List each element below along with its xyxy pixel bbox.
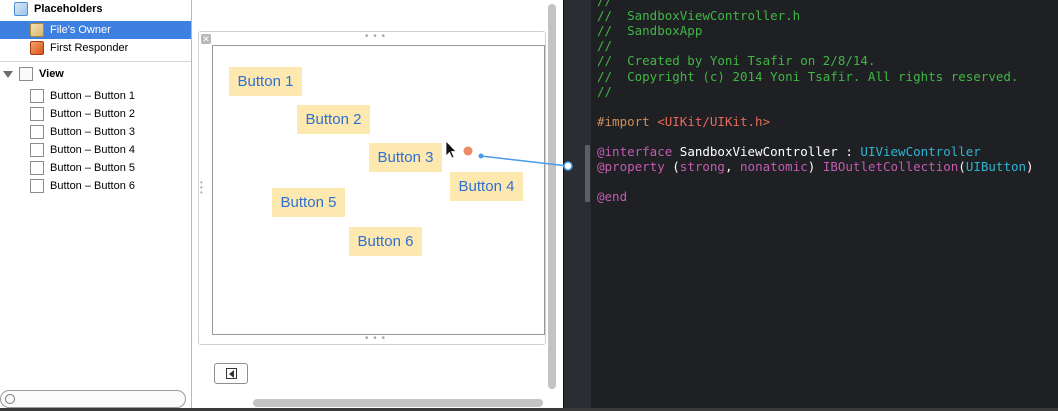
resize-grip-left[interactable]: • • • [200, 179, 204, 197]
canvas-button-1[interactable]: Button 1 [229, 67, 302, 96]
code-token: IBOutletCollection [822, 159, 959, 175]
code-token: // Created by Yoni Tsafir on 2/8/14. [597, 53, 876, 69]
code-token: nonatomic [740, 159, 808, 175]
canvas-button-4[interactable]: Button 4 [450, 172, 523, 201]
outline-item-files-owner[interactable]: File's Owner [0, 21, 191, 39]
close-icon[interactable]: ✕ [201, 34, 211, 44]
button-icon [30, 107, 44, 121]
outline-item-button-3[interactable]: Button – Button 3 [0, 123, 191, 141]
document-outline: Placeholders File's Owner First Responde… [0, 0, 192, 411]
outline-item-button-6[interactable]: Button – Button 6 [0, 177, 191, 195]
button-icon [30, 143, 44, 157]
code-token: // Copyright (c) 2014 Yoni Tsafir. All r… [597, 68, 1019, 84]
disclosure-triangle-icon[interactable] [3, 70, 13, 78]
code-token: // [597, 0, 613, 8]
code-token: ) [807, 159, 823, 175]
code-token: // SandboxViewController.h [597, 8, 801, 24]
outline-item-view[interactable]: View [0, 65, 191, 83]
vertical-scroll-thumb[interactable] [548, 4, 556, 389]
code-line[interactable]: @end [597, 189, 627, 204]
code-token: UIButton [965, 159, 1027, 175]
code-token: // [597, 38, 613, 54]
code-token: SandboxViewController : [672, 144, 861, 159]
code-token: ) [1026, 159, 1034, 175]
code-line[interactable]: @interface SandboxViewController : UIVie… [597, 144, 981, 159]
filter-icon [5, 394, 15, 404]
view-controller-frame[interactable]: ✕ • • • • • • • • • Button 1 Button 2 Butt… [198, 31, 546, 345]
outline-filter-field[interactable] [0, 390, 186, 408]
outline-item-button-5[interactable]: Button – Button 5 [0, 159, 191, 177]
outline-item-label: Button – Button 1 [50, 90, 136, 102]
code-token: // [597, 83, 613, 99]
outline-item-label: Button – Button 6 [50, 180, 136, 192]
code-token: @end [597, 189, 628, 205]
outline-item-button-1[interactable]: Button – Button 1 [0, 87, 191, 105]
first-responder-icon [30, 41, 44, 55]
code-token: UIViewController [860, 144, 981, 159]
files-owner-icon [30, 23, 44, 37]
code-token: strong [679, 159, 725, 175]
code-token: #import [597, 113, 658, 129]
code-token: ( [664, 159, 680, 175]
code-token: ( [958, 159, 966, 175]
resize-grip-bottom[interactable]: • • • [365, 334, 386, 344]
code-line[interactable]: // Created by Yoni Tsafir on 2/8/14. [597, 53, 875, 68]
horizontal-scrollbar[interactable] [253, 399, 543, 407]
interface-builder-canvas[interactable]: ✕ • • • • • • • • • Button 1 Button 2 Butt… [193, 0, 563, 411]
code-editor[interactable]: //// SandboxViewController.h// SandboxAp… [591, 0, 1058, 411]
outline-item-label: View [39, 68, 64, 80]
back-arrow-icon [225, 368, 237, 379]
canvas-button-6[interactable]: Button 6 [349, 227, 422, 256]
canvas-button-5[interactable]: Button 5 [272, 188, 345, 217]
code-line[interactable]: // SandboxViewController.h [597, 8, 800, 23]
outline-item-button-4[interactable]: Button – Button 4 [0, 141, 191, 159]
canvas-button-2[interactable]: Button 2 [297, 105, 370, 134]
outline-item-label: Button – Button 5 [50, 162, 136, 174]
back-to-standard-size-button[interactable] [214, 363, 248, 384]
vertical-scrollbar[interactable] [548, 0, 556, 395]
outline-item-label: File's Owner [50, 24, 111, 36]
cube-icon [14, 2, 28, 16]
main-view[interactable]: Button 1 Button 2 Button 3 Button 4 Butt… [212, 45, 545, 335]
code-line[interactable]: // [597, 84, 612, 99]
view-icon [19, 67, 33, 81]
outline-divider [0, 61, 191, 62]
code-token: , [724, 159, 741, 175]
code-line[interactable]: // [597, 0, 612, 8]
code-line[interactable]: // SandboxApp [597, 23, 702, 38]
code-token: <UIKit/UIKit.h> [657, 113, 771, 129]
code-token: // SandboxApp [597, 23, 703, 39]
outline-item-label: Button – Button 4 [50, 144, 136, 156]
code-line[interactable]: @property (strong, nonatomic) IBOutletCo… [597, 159, 1034, 174]
placeholders-header: Placeholders [0, 0, 191, 18]
code-token: @interface [597, 144, 673, 159]
editor-gutter [563, 0, 591, 411]
code-token: @property [597, 159, 665, 175]
code-line[interactable]: // Copyright (c) 2014 Yoni Tsafir. All r… [597, 69, 1018, 84]
outline-item-first-responder[interactable]: First Responder [0, 39, 191, 57]
outline-item-button-2[interactable]: Button – Button 2 [0, 105, 191, 123]
outline-item-label: Button – Button 2 [50, 108, 136, 120]
code-line[interactable]: #import <UIKit/UIKit.h> [597, 114, 770, 129]
outlet-connection-marker[interactable] [585, 145, 590, 202]
placeholders-label: Placeholders [34, 3, 103, 15]
canvas-button-3[interactable]: Button 3 [369, 143, 442, 172]
button-icon [30, 179, 44, 193]
button-icon [30, 89, 44, 103]
button-icon [30, 125, 44, 139]
outline-item-label: First Responder [50, 42, 129, 54]
button-icon [30, 161, 44, 175]
outline-item-label: Button – Button 3 [50, 126, 136, 138]
code-line[interactable]: // [597, 38, 612, 53]
resize-grip-top[interactable]: • • • [365, 32, 386, 42]
